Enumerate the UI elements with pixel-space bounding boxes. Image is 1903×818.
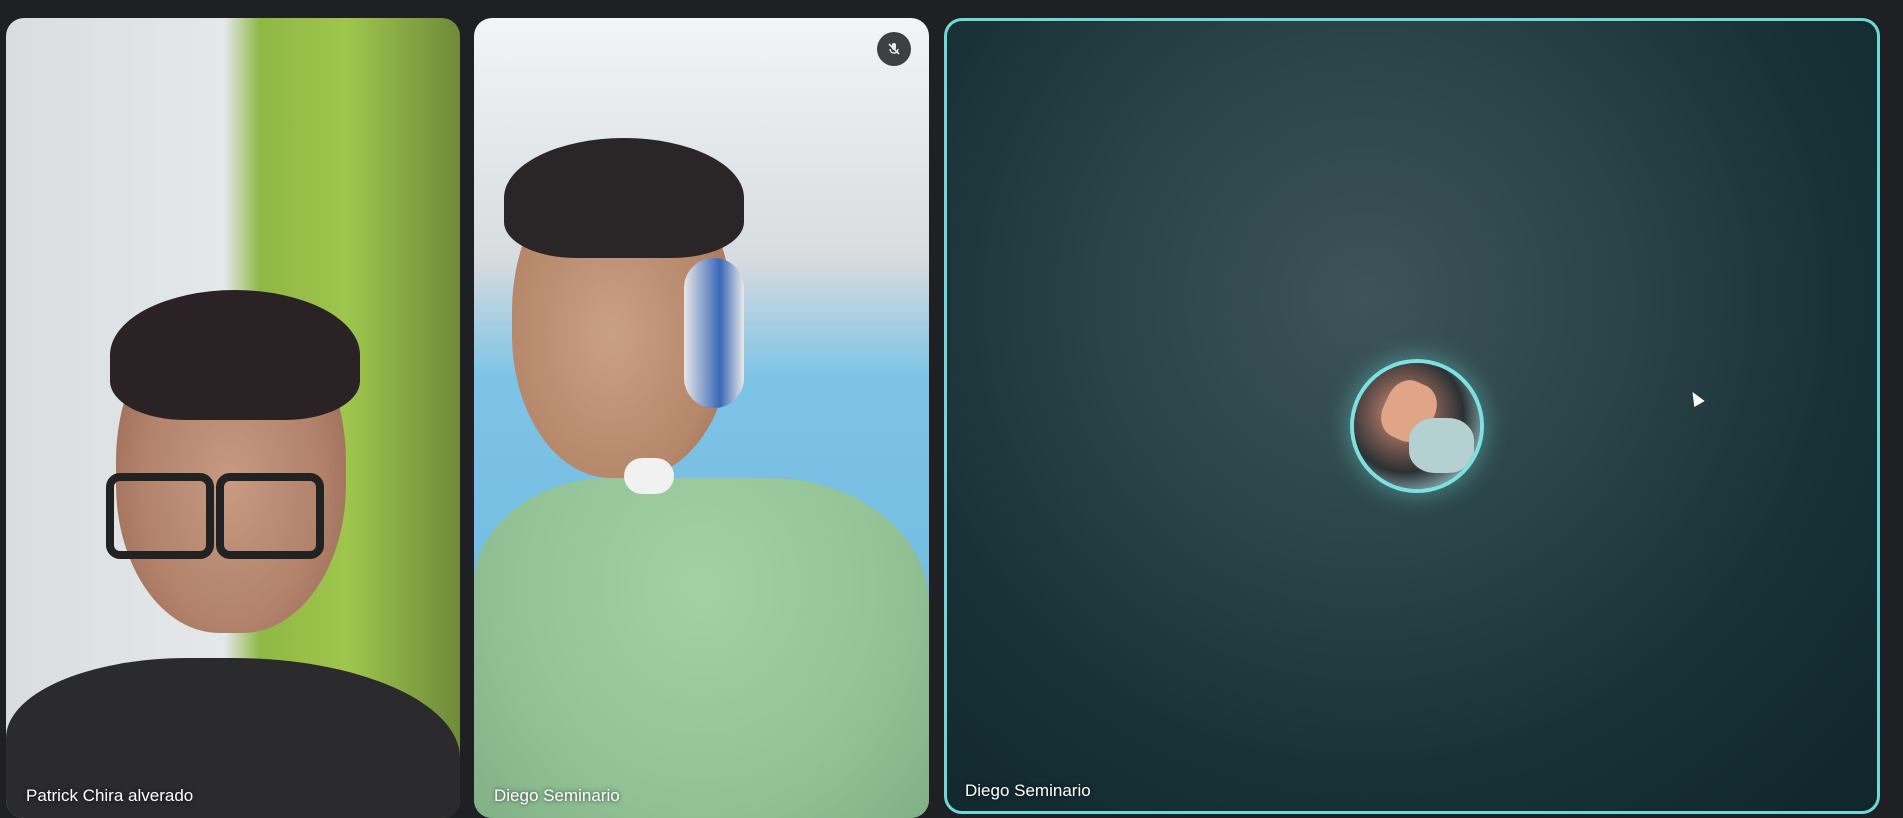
avatar: [1354, 363, 1480, 489]
video-feed-hair: [110, 290, 360, 420]
glasses-left: [106, 473, 214, 559]
video-feed-body: [474, 478, 929, 818]
avatar-figure-2: [1409, 418, 1474, 473]
participant-tile-diego-video[interactable]: Diego Seminario: [474, 18, 929, 818]
mic-off-icon: [877, 32, 911, 66]
headset: [684, 258, 744, 408]
participant-name: Patrick Chira alverado: [26, 786, 194, 805]
participant-tile-patrick[interactable]: Patrick Chira alverado: [6, 18, 460, 818]
pointer-cursor-icon: [1687, 388, 1705, 408]
glasses-right: [216, 473, 324, 559]
participant-name: Diego Seminario: [965, 781, 1091, 800]
video-feed-hair: [504, 138, 744, 258]
participant-tile-diego-avatar[interactable]: Diego Seminario: [944, 18, 1880, 814]
meeting-stage: Patrick Chira alverado Diego Seminario D…: [0, 0, 1903, 818]
participant-name: Diego Seminario: [494, 786, 620, 805]
headset-mic: [624, 458, 674, 494]
